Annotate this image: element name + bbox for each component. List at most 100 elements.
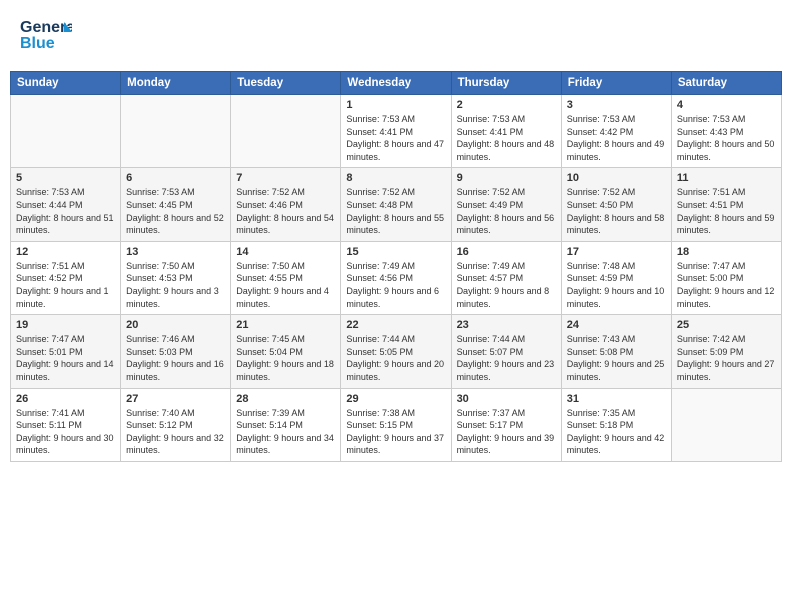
day-number: 19 bbox=[16, 319, 115, 331]
day-number: 2 bbox=[457, 99, 556, 111]
calendar-cell bbox=[671, 388, 781, 461]
weekday-header-monday: Monday bbox=[121, 72, 231, 95]
header: General Blue bbox=[0, 0, 792, 71]
day-info: Sunrise: 7:53 AMSunset: 4:41 PMDaylight:… bbox=[346, 113, 445, 163]
day-info: Sunrise: 7:43 AMSunset: 5:08 PMDaylight:… bbox=[567, 333, 666, 383]
day-number: 25 bbox=[677, 319, 776, 331]
day-info: Sunrise: 7:51 AMSunset: 4:51 PMDaylight:… bbox=[677, 186, 776, 236]
calendar-cell: 11 Sunrise: 7:51 AMSunset: 4:51 PMDayligh… bbox=[671, 168, 781, 241]
day-number: 17 bbox=[567, 246, 666, 258]
calendar-cell: 21 Sunrise: 7:45 AMSunset: 5:04 PMDayligh… bbox=[231, 315, 341, 388]
day-number: 26 bbox=[16, 393, 115, 405]
day-info: Sunrise: 7:52 AMSunset: 4:49 PMDaylight:… bbox=[457, 186, 556, 236]
calendar-cell: 28 Sunrise: 7:39 AMSunset: 5:14 PMDayligh… bbox=[231, 388, 341, 461]
weekday-header-saturday: Saturday bbox=[671, 72, 781, 95]
calendar-cell: 31 Sunrise: 7:35 AMSunset: 5:18 PMDayligh… bbox=[561, 388, 671, 461]
day-number: 20 bbox=[126, 319, 225, 331]
day-number: 31 bbox=[567, 393, 666, 405]
day-info: Sunrise: 7:47 AMSunset: 5:01 PMDaylight:… bbox=[16, 333, 115, 383]
calendar-week-5: 26 Sunrise: 7:41 AMSunset: 5:11 PMDayligh… bbox=[11, 388, 782, 461]
day-info: Sunrise: 7:50 AMSunset: 4:55 PMDaylight:… bbox=[236, 260, 335, 310]
calendar-cell: 7Sunrise: 7:52 AMSunset: 4:46 PMDaylight… bbox=[231, 168, 341, 241]
day-info: Sunrise: 7:41 AMSunset: 5:11 PMDaylight:… bbox=[16, 407, 115, 457]
day-info: Sunrise: 7:49 AMSunset: 4:57 PMDaylight:… bbox=[457, 260, 556, 310]
day-number: 5 bbox=[16, 172, 115, 184]
day-number: 13 bbox=[126, 246, 225, 258]
day-info: Sunrise: 7:37 AMSunset: 5:17 PMDaylight:… bbox=[457, 407, 556, 457]
weekday-header-sunday: Sunday bbox=[11, 72, 121, 95]
calendar-cell: 18Sunrise: 7:47 AMSunset: 5:00 PMDayligh… bbox=[671, 241, 781, 314]
day-info: Sunrise: 7:53 AMSunset: 4:42 PMDaylight:… bbox=[567, 113, 666, 163]
day-info: Sunrise: 7:48 AMSunset: 4:59 PMDaylight:… bbox=[567, 260, 666, 310]
day-number: 21 bbox=[236, 319, 335, 331]
calendar-cell: 6 Sunrise: 7:53 AMSunset: 4:45 PMDaylight… bbox=[121, 168, 231, 241]
calendar-cell: 22 Sunrise: 7:44 AMSunset: 5:05 PMDayligh… bbox=[341, 315, 451, 388]
calendar-cell: 19 Sunrise: 7:47 AMSunset: 5:01 PMDayligh… bbox=[11, 315, 121, 388]
day-info: Sunrise: 7:46 AMSunset: 5:03 PMDaylight:… bbox=[126, 333, 225, 383]
calendar-cell bbox=[231, 95, 341, 168]
calendar-cell: 1 Sunrise: 7:53 AMSunset: 4:41 PMDaylight… bbox=[341, 95, 451, 168]
calendar-cell: 20 Sunrise: 7:46 AMSunset: 5:03 PMDayligh… bbox=[121, 315, 231, 388]
day-number: 9 bbox=[457, 172, 556, 184]
calendar-cell: 16 Sunrise: 7:49 AMSunset: 4:57 PMDayligh… bbox=[451, 241, 561, 314]
day-info: Sunrise: 7:52 AMSunset: 4:48 PMDaylight:… bbox=[346, 186, 445, 236]
calendar-cell: 17 Sunrise: 7:48 AMSunset: 4:59 PMDayligh… bbox=[561, 241, 671, 314]
day-number: 16 bbox=[457, 246, 556, 258]
day-info: Sunrise: 7:49 AMSunset: 4:56 PMDaylight:… bbox=[346, 260, 445, 310]
calendar-cell: 12Sunrise: 7:51 AMSunset: 4:52 PMDayligh… bbox=[11, 241, 121, 314]
day-info: Sunrise: 7:45 AMSunset: 5:04 PMDaylight:… bbox=[236, 333, 335, 383]
day-info: Sunrise: 7:44 AMSunset: 5:05 PMDaylight:… bbox=[346, 333, 445, 383]
calendar-cell: 23Sunrise: 7:44 AMSunset: 5:07 PMDayligh… bbox=[451, 315, 561, 388]
day-info: Sunrise: 7:52 AMSunset: 4:46 PMDaylight:… bbox=[236, 186, 335, 236]
calendar-week-2: 5 Sunrise: 7:53 AMSunset: 4:44 PMDaylight… bbox=[11, 168, 782, 241]
day-number: 24 bbox=[567, 319, 666, 331]
day-number: 22 bbox=[346, 319, 445, 331]
calendar-cell: 2 Sunrise: 7:53 AMSunset: 4:41 PMDaylight… bbox=[451, 95, 561, 168]
day-info: Sunrise: 7:53 AMSunset: 4:41 PMDaylight:… bbox=[457, 113, 556, 163]
day-info: Sunrise: 7:53 AMSunset: 4:43 PMDaylight:… bbox=[677, 113, 776, 163]
calendar-cell: 15 Sunrise: 7:49 AMSunset: 4:56 PMDayligh… bbox=[341, 241, 451, 314]
day-info: Sunrise: 7:52 AMSunset: 4:50 PMDaylight:… bbox=[567, 186, 666, 236]
day-number: 1 bbox=[346, 99, 445, 111]
calendar-cell: 5 Sunrise: 7:53 AMSunset: 4:44 PMDaylight… bbox=[11, 168, 121, 241]
day-number: 27 bbox=[126, 393, 225, 405]
day-number: 15 bbox=[346, 246, 445, 258]
day-number: 14 bbox=[236, 246, 335, 258]
page: General Blue SundayMondayTuesdayWednesda… bbox=[0, 0, 792, 612]
calendar-cell: 24 Sunrise: 7:43 AMSunset: 5:08 PMDayligh… bbox=[561, 315, 671, 388]
calendar-week-3: 12Sunrise: 7:51 AMSunset: 4:52 PMDayligh… bbox=[11, 241, 782, 314]
calendar-cell: 9 Sunrise: 7:52 AMSunset: 4:49 PMDaylight… bbox=[451, 168, 561, 241]
day-info: Sunrise: 7:44 AMSunset: 5:07 PMDaylight:… bbox=[457, 333, 556, 383]
day-info: Sunrise: 7:53 AMSunset: 4:45 PMDaylight:… bbox=[126, 186, 225, 236]
calendar-cell: 8 Sunrise: 7:52 AMSunset: 4:48 PMDaylight… bbox=[341, 168, 451, 241]
day-number: 4 bbox=[677, 99, 776, 111]
day-info: Sunrise: 7:53 AMSunset: 4:44 PMDaylight:… bbox=[16, 186, 115, 236]
day-number: 6 bbox=[126, 172, 225, 184]
day-number: 28 bbox=[236, 393, 335, 405]
weekday-header-wednesday: Wednesday bbox=[341, 72, 451, 95]
calendar-container: SundayMondayTuesdayWednesdayThursdayFrid… bbox=[0, 71, 792, 472]
day-number: 11 bbox=[677, 172, 776, 184]
calendar-cell: 4 Sunrise: 7:53 AMSunset: 4:43 PMDaylight… bbox=[671, 95, 781, 168]
day-number: 8 bbox=[346, 172, 445, 184]
calendar-table: SundayMondayTuesdayWednesdayThursdayFrid… bbox=[10, 71, 782, 462]
weekday-header-thursday: Thursday bbox=[451, 72, 561, 95]
calendar-week-1: 1 Sunrise: 7:53 AMSunset: 4:41 PMDaylight… bbox=[11, 95, 782, 168]
calendar-cell: 13 Sunrise: 7:50 AMSunset: 4:53 PMDayligh… bbox=[121, 241, 231, 314]
calendar-cell: 29Sunrise: 7:38 AMSunset: 5:15 PMDayligh… bbox=[341, 388, 451, 461]
calendar-cell: 10Sunrise: 7:52 AMSunset: 4:50 PMDayligh… bbox=[561, 168, 671, 241]
calendar-week-4: 19 Sunrise: 7:47 AMSunset: 5:01 PMDayligh… bbox=[11, 315, 782, 388]
weekday-header-row: SundayMondayTuesdayWednesdayThursdayFrid… bbox=[11, 72, 782, 95]
day-info: Sunrise: 7:35 AMSunset: 5:18 PMDaylight:… bbox=[567, 407, 666, 457]
day-number: 30 bbox=[457, 393, 556, 405]
day-info: Sunrise: 7:47 AMSunset: 5:00 PMDaylight:… bbox=[677, 260, 776, 310]
weekday-header-tuesday: Tuesday bbox=[231, 72, 341, 95]
day-info: Sunrise: 7:38 AMSunset: 5:15 PMDaylight:… bbox=[346, 407, 445, 457]
day-info: Sunrise: 7:39 AMSunset: 5:14 PMDaylight:… bbox=[236, 407, 335, 457]
calendar-body: 1 Sunrise: 7:53 AMSunset: 4:41 PMDaylight… bbox=[11, 95, 782, 462]
day-info: Sunrise: 7:50 AMSunset: 4:53 PMDaylight:… bbox=[126, 260, 225, 310]
calendar-cell bbox=[11, 95, 121, 168]
weekday-header-friday: Friday bbox=[561, 72, 671, 95]
logo-icon: General Blue bbox=[20, 14, 72, 56]
day-info: Sunrise: 7:40 AMSunset: 5:12 PMDaylight:… bbox=[126, 407, 225, 457]
